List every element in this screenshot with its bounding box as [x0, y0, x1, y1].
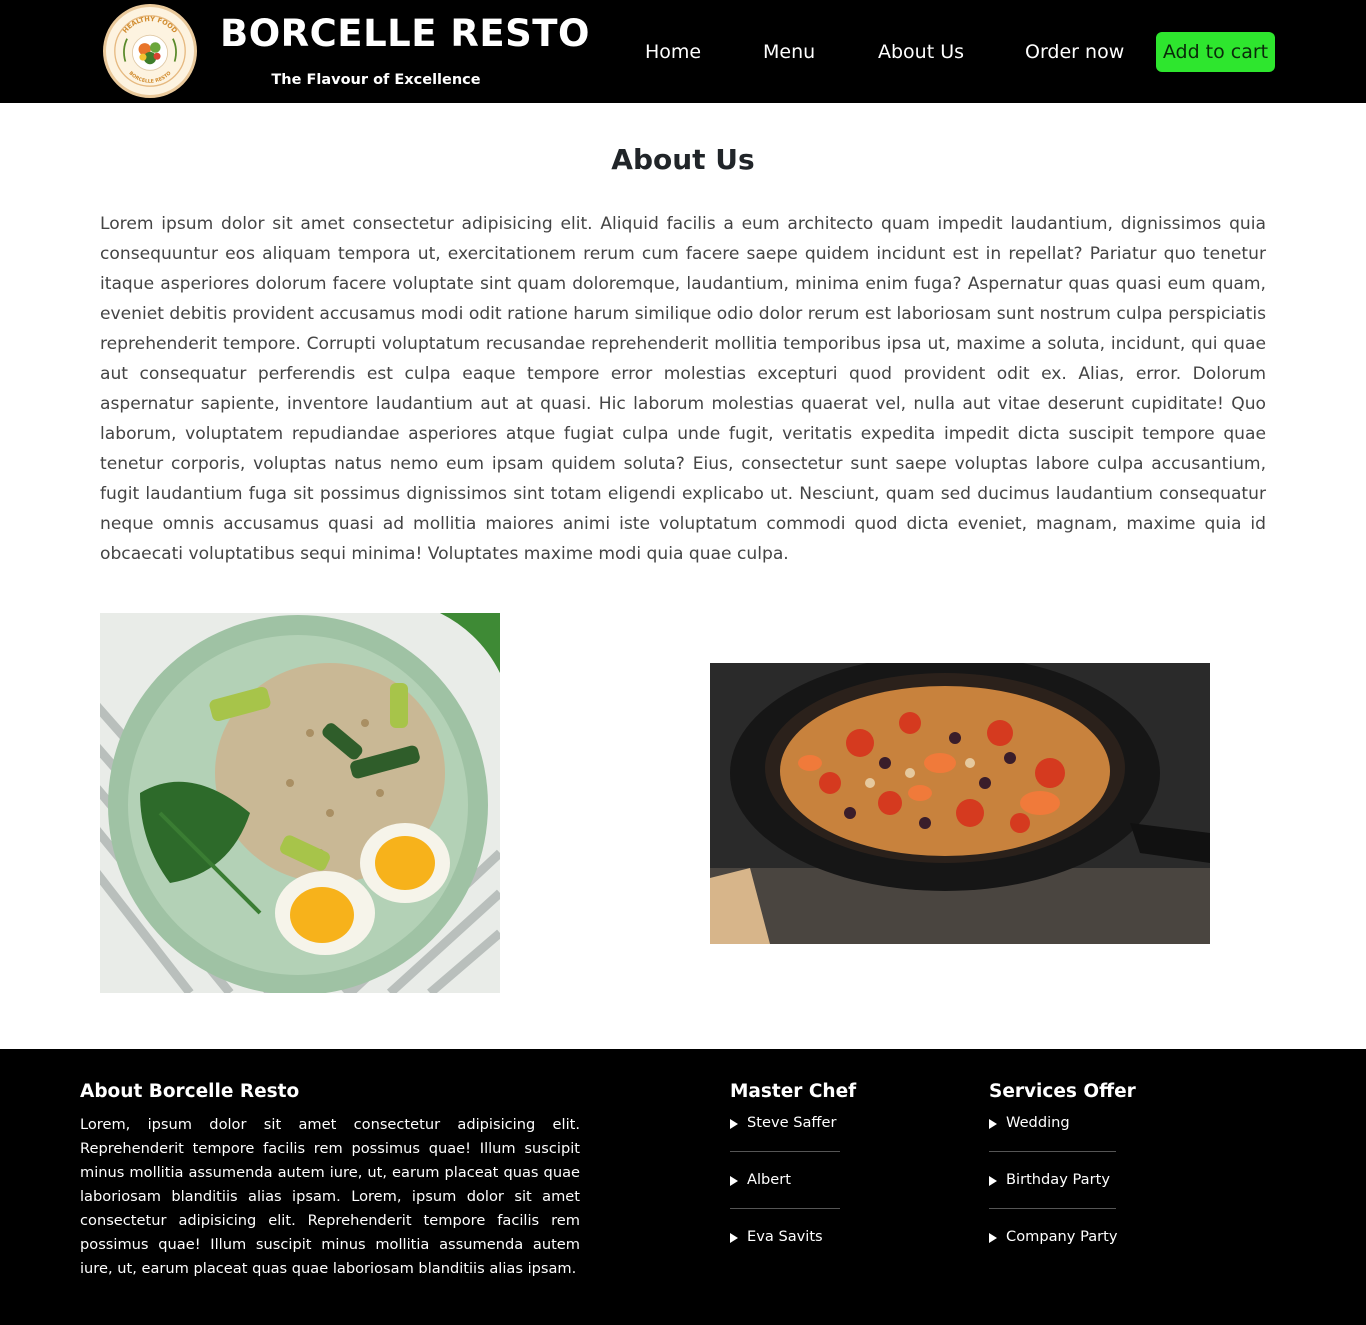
- divider: [730, 1151, 840, 1152]
- service-item-company-party[interactable]: Company Party: [989, 1227, 1118, 1284]
- triangle-right-icon: [730, 1176, 738, 1186]
- nav-home[interactable]: Home: [645, 41, 701, 63]
- chef-item-eva-savits[interactable]: Eva Savits: [730, 1227, 840, 1284]
- healthy-food-logo-icon: HEALTHY FOOD BORCELLE RESTO: [107, 8, 193, 94]
- nav-menu[interactable]: Menu: [763, 41, 815, 63]
- triangle-right-icon: [989, 1233, 997, 1243]
- nav-order-now[interactable]: Order now: [1025, 41, 1124, 63]
- about-paragraph: Lorem ipsum dolor sit amet consectetur a…: [100, 214, 1266, 564]
- footer-about-text: Lorem, ipsum dolor sit amet consectetur …: [80, 1116, 580, 1277]
- skillet-image: [710, 663, 1210, 944]
- chef-name: Eva Savits: [747, 1228, 823, 1245]
- service-name: Wedding: [1006, 1114, 1070, 1131]
- rice-bowl-egg-photo-icon: [100, 613, 500, 993]
- triangle-right-icon: [989, 1119, 997, 1129]
- service-item-birthday-party[interactable]: Birthday Party: [989, 1170, 1116, 1227]
- divider: [730, 1208, 840, 1209]
- nav-about-us[interactable]: About Us: [878, 41, 964, 63]
- site-footer: About Borcelle Resto Lorem, ipsum dolor …: [0, 1049, 1366, 1325]
- brand-subtitle: The Flavour of Excellence: [271, 72, 481, 88]
- divider: [989, 1151, 1116, 1152]
- page-title: About Us: [611, 143, 755, 176]
- add-to-cart-button[interactable]: Add to cart: [1156, 32, 1275, 72]
- service-item-wedding[interactable]: Wedding: [989, 1113, 1116, 1170]
- triangle-right-icon: [730, 1233, 738, 1243]
- triangle-right-icon: [730, 1119, 738, 1129]
- service-name: Company Party: [1006, 1228, 1118, 1245]
- vegetable-skillet-photo-icon: [710, 663, 1210, 944]
- brand-title: BORCELLE RESTO: [220, 12, 590, 55]
- chef-item-albert[interactable]: Albert: [730, 1170, 840, 1227]
- triangle-right-icon: [989, 1176, 997, 1186]
- footer-chef-heading: Master Chef: [730, 1081, 857, 1102]
- chef-item-steve-saffer[interactable]: Steve Saffer: [730, 1113, 840, 1170]
- rice-bowl-image: [100, 613, 500, 993]
- divider: [989, 1208, 1116, 1209]
- chef-name: Steve Saffer: [747, 1114, 837, 1131]
- footer-services-heading: Services Offer: [989, 1081, 1136, 1102]
- service-name: Birthday Party: [1006, 1171, 1110, 1188]
- brand-logo[interactable]: HEALTHY FOOD BORCELLE RESTO: [103, 4, 197, 98]
- footer-about-heading: About Borcelle Resto: [80, 1081, 300, 1102]
- chef-list: Steve Saffer Albert Eva Savits: [730, 1113, 840, 1284]
- site-header: HEALTHY FOOD BORCELLE RESTO BORCELLE RES…: [0, 0, 1366, 103]
- chef-name: Albert: [747, 1171, 792, 1188]
- services-list: Wedding Birthday Party Company Party: [989, 1113, 1118, 1284]
